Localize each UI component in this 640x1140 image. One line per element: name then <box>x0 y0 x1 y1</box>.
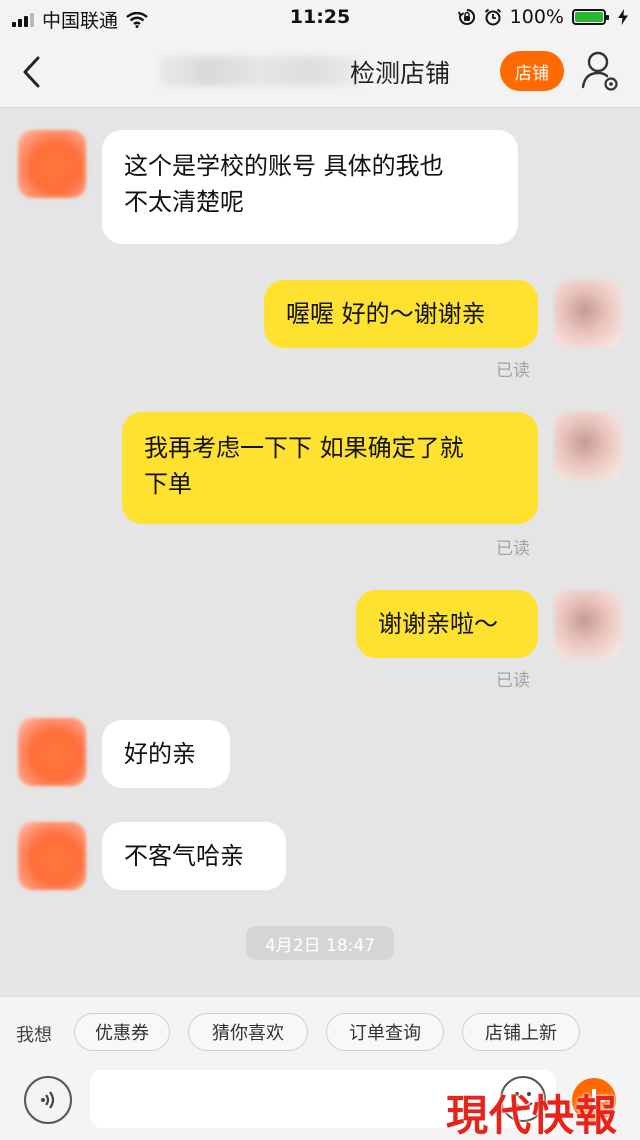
user-avatar[interactable] <box>554 412 622 480</box>
message-text-line: 不客气哈亲 <box>124 842 244 870</box>
message-text-line: 不太清楚呢 <box>124 188 244 216</box>
chip-coupon[interactable]: 优惠券 <box>74 1013 170 1051</box>
message-bubble-sent: 我再考虑一下下 如果确定了就 下单 <box>122 412 538 524</box>
status-right: 100% <box>457 6 628 28</box>
message-text-line: 好的亲 <box>124 740 196 768</box>
timestamp-pill: 4月2日 18:47 <box>246 926 394 960</box>
message-bubble-received: 这个是学校的账号 具体的我也 不太清楚呢 <box>102 130 518 244</box>
chip-recommend[interactable]: 猜你喜欢 <box>188 1013 308 1051</box>
message-text-line: 这个是学校的账号 具体的我也 <box>124 152 444 180</box>
charging-icon <box>618 9 628 25</box>
read-status: 已读 <box>496 671 530 691</box>
shop-avatar[interactable] <box>18 718 86 786</box>
message-bubble-sent: 喔喔 好的～谢谢亲 <box>264 280 538 348</box>
status-bar: 中国联通 11:25 100% <box>0 0 640 36</box>
chevron-left-icon <box>23 56 40 88</box>
message-bubble-received: 好的亲 <box>102 720 230 788</box>
voice-button[interactable] <box>24 1076 72 1124</box>
voice-icon <box>41 1091 55 1109</box>
read-status: 已读 <box>496 361 530 381</box>
profile-button[interactable] <box>580 49 620 93</box>
nav-bar: 检测店铺 店铺 <box>0 36 640 108</box>
user-avatar[interactable] <box>554 280 622 348</box>
message-bubble-received: 不客气哈亲 <box>102 822 286 890</box>
shop-button[interactable]: 店铺 <box>500 51 564 91</box>
watermark-logo: 現代快報 <box>446 1091 619 1140</box>
quick-reply-bar: 我想 优惠券 猜你喜欢 订单查询 店铺上新 <box>0 996 640 1066</box>
battery-level <box>575 12 603 22</box>
back-button[interactable] <box>14 52 54 92</box>
chip-order-query[interactable]: 订单查询 <box>326 1013 444 1051</box>
blurred-shop-name <box>160 56 360 86</box>
quick-reply-label: 我想 <box>16 1025 52 1046</box>
alarm-icon <box>484 8 501 26</box>
rotation-lock-icon <box>457 8 475 25</box>
shop-avatar[interactable] <box>18 130 86 198</box>
message-text-line: 喔喔 好的～谢谢亲 <box>286 300 486 328</box>
message-text-line: 下单 <box>144 470 192 498</box>
page-title: 检测店铺 <box>350 59 451 88</box>
read-status: 已读 <box>496 539 530 559</box>
shop-avatar[interactable] <box>18 822 86 890</box>
user-settings-icon <box>581 51 618 91</box>
chip-new-arrivals[interactable]: 店铺上新 <box>462 1013 580 1051</box>
battery-percent: 100% <box>509 6 564 28</box>
message-bubble-sent: 谢谢亲啦～ <box>356 590 538 658</box>
user-avatar[interactable] <box>554 590 622 658</box>
message-text-line: 我再考虑一下下 如果确定了就 <box>144 434 464 462</box>
battery-icon <box>572 9 609 25</box>
message-text-line: 谢谢亲啦～ <box>378 610 498 638</box>
